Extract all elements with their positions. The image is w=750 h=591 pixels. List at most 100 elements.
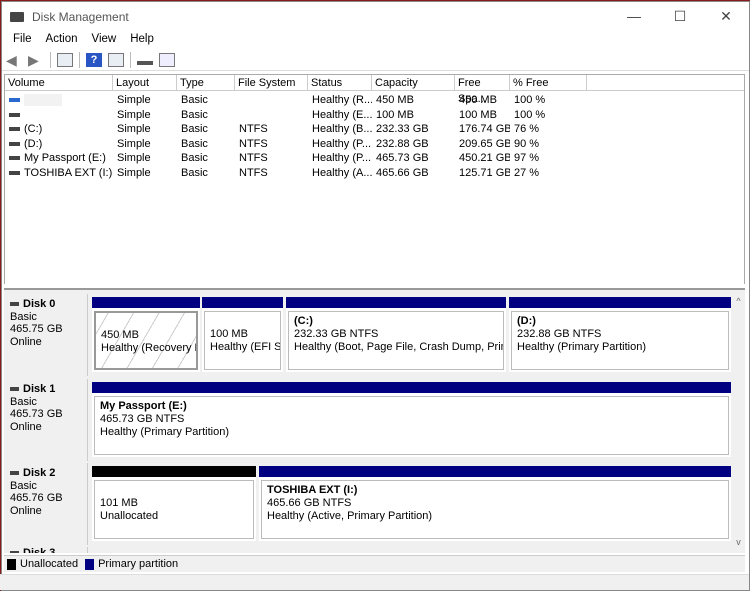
partition-body: 101 MB Unallocated [94,480,254,539]
cell-layout: Simple [117,152,151,164]
partition-type-bar [509,297,731,308]
disk-label[interactable]: Disk 0 Basic 465.75 GB Online [4,294,88,376]
partition[interactable]: 101 MB Unallocated [92,466,256,541]
column-volume[interactable]: Volume [5,75,113,90]
cell-layout: Simple [117,108,151,121]
column-layout[interactable]: Layout [113,75,177,90]
cell-free-spa-: 100 MB [459,108,497,121]
disk-label[interactable]: Disk 2 Basic 465.76 GB Online [4,463,88,545]
show-hide-console-tree-icon[interactable] [57,52,73,67]
column-status[interactable]: Status [308,75,372,90]
partition-line1: 450 MB [101,329,139,341]
volume-row[interactable]: TOSHIBA EXT (I:) Simple Basic NTFS Healthy (… [5,166,744,181]
volume-icon [9,112,20,117]
scroll-up-icon[interactable]: ^ [732,296,745,306]
disk-icon [10,387,19,392]
menu-action[interactable]: Action [39,31,85,49]
cell-status: Healthy (R... [312,94,372,106]
volume-icon [9,127,20,132]
partition-type-bar [92,382,731,393]
disk-row: Disk 2 Basic 465.76 GB Online 101 MB Unalloca… [4,463,732,545]
cell-type: Basic [181,152,208,164]
partition-line1: 232.88 GB NTFS [517,328,602,340]
cell-status: Healthy (P... [312,152,372,164]
cell-volume: (D:) [24,137,43,150]
properties-icon[interactable] [159,52,175,67]
volume-row[interactable]: My Passport (E:) Simple Basic NTFS Healthy (… [5,151,744,166]
unallocated-swatch [7,558,16,570]
partition[interactable]: (C:) 232.33 GB NTFS Healthy (Boot, Page Fi… [286,297,506,372]
volume-icon [9,170,20,175]
partition-line2: Healthy (Primary Partition) [517,341,646,353]
disk-state: Online [10,420,42,433]
help-icon[interactable]: ? [86,52,102,67]
disk-state: Online [10,504,42,517]
back-arrow-icon[interactable]: ◀ [6,53,22,67]
volume-row[interactable]: (C:) Simple Basic NTFS Healthy (B... 232.33 G… [5,122,744,137]
disk-type: Basic [10,310,37,323]
menu-file[interactable]: File [6,31,39,49]
partition-type-bar [259,466,731,477]
volume-row[interactable]: Simple Basic Healthy (R... 450 MB 450 MB 100 … [5,93,744,108]
volume-icon [9,156,20,161]
redacted-volume-name [24,94,62,107]
cell-status: Healthy (P... [312,137,372,150]
cell-volume: (C:) [24,123,43,135]
partition[interactable]: 450 MBHealthy (Recovery Partition) [92,297,200,372]
menu-view[interactable]: View [85,31,124,49]
partition[interactable]: My Passport (E:) 465.73 GB NTFS Healthy (P… [92,382,731,457]
cell-%-free: 100 % [514,94,546,106]
partition-type-bar [92,297,200,308]
disk-icon [10,302,19,307]
disk-size: 465.76 GB [10,492,63,504]
column-free-space[interactable]: Free Spa... [455,75,510,105]
disk-name: Disk 1 [23,383,56,395]
cell-type: Basic [181,166,208,179]
connect-disk-icon[interactable] [137,55,153,65]
vertical-scrollbar[interactable]: ^ v [732,290,745,553]
partition-title [101,316,191,329]
toolbar: ◀ ▶ ? [2,49,749,71]
column-percent-free[interactable]: % Free [510,75,587,90]
menu-help[interactable]: Help [123,31,161,49]
volume-list: Volume Layout Type File System Status Ca… [4,74,745,284]
show-action-pane-icon[interactable] [108,52,124,67]
partition-type-bar [202,297,283,308]
partition-line2: Healthy (EFI System Partition) [210,341,281,353]
partition-line1: 465.73 GB NTFS [100,413,185,425]
cell-type: Basic [181,94,208,106]
cell-capacity: 232.33 GB [376,123,429,135]
disk-type: Basic [10,395,37,408]
cell-%-free: 100 % [514,108,546,121]
volume-row[interactable]: Simple Basic Healthy (E... 100 MB 100 MB 100 … [5,108,744,123]
minimize-button[interactable]: — [611,2,657,31]
partition-title: (C:) [294,315,313,327]
partition-body: My Passport (E:) 465.73 GB NTFS Healthy (P… [94,396,729,455]
column-file-system[interactable]: File System [235,75,308,90]
disk-row: Disk 0 Basic 465.75 GB Online 450 MB Healthy … [4,294,732,376]
partition-line1: 100 MB [210,328,248,340]
toolbar-separator [50,51,51,68]
cell-file-system: NTFS [239,123,268,135]
partition[interactable]: 100 MBHealthy (EFI System Partition) [202,297,283,372]
legend: Unallocated Primary partition [4,555,745,572]
disk-label[interactable]: Disk 3 [4,547,88,553]
maximize-button[interactable]: ☐ [657,2,703,31]
column-type[interactable]: Type [177,75,235,90]
close-button[interactable]: ✕ [703,2,749,31]
forward-arrow-icon[interactable]: ▶ [28,53,44,67]
partition[interactable]: TOSHIBA EXT (I:) 465.66 GB NTFS Healthy (A… [259,466,731,541]
disk-label[interactable]: Disk 1 Basic 465.73 GB Online [4,379,88,461]
volume-icon [9,141,20,146]
cell-volume: TOSHIBA EXT (I:) [24,166,113,179]
volume-row[interactable]: (D:) Simple Basic NTFS Healthy (P... 232.88 G… [5,137,744,152]
disk-name: Disk 3 [23,547,56,554]
partition-title: TOSHIBA EXT (I:) [267,484,358,496]
cell-status: Healthy (E... [312,108,372,121]
cell-%-free: 90 % [514,137,540,150]
column-capacity[interactable]: Capacity [372,75,455,90]
partition[interactable]: (D:) 232.88 GB NTFS Healthy (Primary Parti… [509,297,731,372]
scroll-down-icon[interactable]: v [732,537,745,547]
partition-body: TOSHIBA EXT (I:) 465.66 GB NTFS Healthy (A… [261,480,729,539]
partition-line2: Healthy (Active, Primary Partition) [267,510,433,522]
